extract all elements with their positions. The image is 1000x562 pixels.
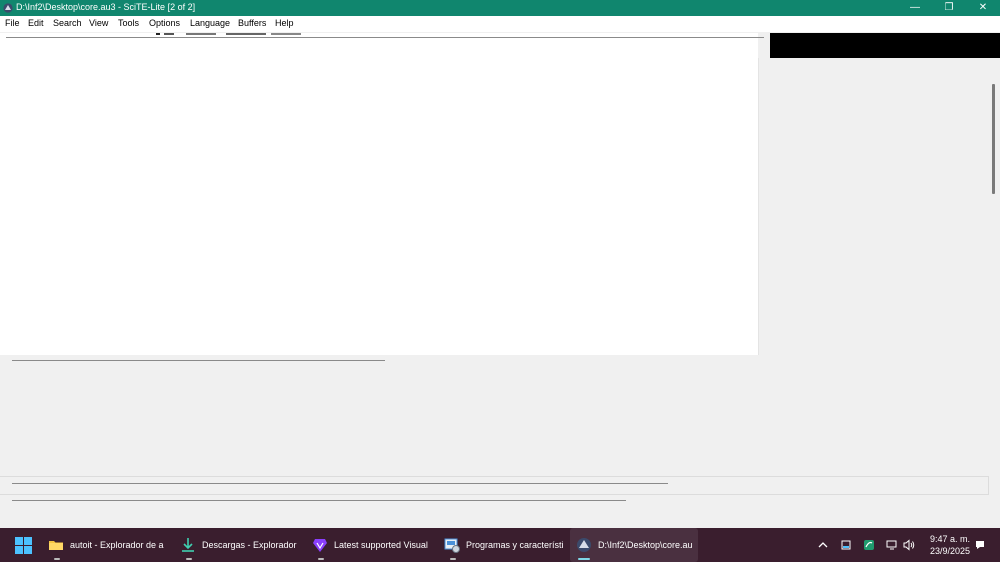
menu-view[interactable]: View (89, 18, 108, 28)
scite-app-icon (3, 3, 13, 13)
taskbar-app-label: Programas y característi (466, 540, 564, 550)
windows-start-icon[interactable] (15, 537, 32, 554)
menu-bar: File Edit Search View Tools Options Lang… (0, 16, 1000, 32)
menu-help[interactable]: Help (275, 18, 294, 28)
menu-buffers[interactable]: Buffers (238, 18, 266, 28)
clock-time: 9:47 a. m. (929, 534, 971, 544)
minimize-button[interactable]: — (898, 0, 932, 16)
clock-date: 23/9/2025 (929, 546, 971, 556)
menu-file[interactable]: File (5, 18, 20, 28)
taskbar-app-label: autoit - Explorador de a (70, 540, 164, 550)
black-overlay-block (770, 33, 1000, 58)
taskbar-app-scite[interactable]: D:\Inf2\Desktop\core.au (570, 528, 698, 562)
taskbar-app-label: Latest supported Visual (334, 540, 428, 550)
taskbar-app-explorer-autoit[interactable]: autoit - Explorador de a (42, 528, 170, 562)
notification-icon[interactable] (974, 539, 986, 551)
right-panel-divider (758, 58, 759, 355)
menu-edit[interactable]: Edit (28, 18, 44, 28)
status-area-frame (0, 476, 989, 495)
volume-icon[interactable] (903, 539, 915, 551)
menu-tools[interactable]: Tools (118, 18, 139, 28)
taskbar: autoit - Explorador de a Descargas - Exp… (0, 528, 1000, 562)
menu-options[interactable]: Options (149, 18, 180, 28)
control-panel-icon (444, 538, 460, 553)
output-rule-1 (12, 360, 385, 361)
taskbar-app-label: D:\Inf2\Desktop\core.au (598, 540, 693, 550)
vertical-scrollbar-thumb[interactable] (992, 84, 995, 194)
taskbar-app-control-panel[interactable]: Programas y característi (438, 528, 566, 562)
running-indicator (450, 558, 456, 560)
taskbar-app-explorer-descargas[interactable]: Descargas - Explorador (174, 528, 302, 562)
active-indicator (578, 558, 590, 560)
output-rule-2 (12, 483, 668, 484)
editor-pane[interactable] (0, 33, 764, 355)
system-clock[interactable]: 9:47 a. m. 23/9/2025 (920, 533, 980, 557)
scite-icon (577, 538, 591, 552)
folder-icon (49, 541, 63, 550)
running-indicator (186, 558, 192, 560)
running-indicator (54, 558, 60, 560)
download-icon (182, 538, 194, 552)
title-bar: D:\Inf2\Desktop\core.au3 - SciTE-Lite [2… (0, 0, 1000, 16)
menu-language[interactable]: Language (190, 18, 230, 28)
taskbar-app-label: Descargas - Explorador (202, 540, 297, 550)
brave-browser-icon (313, 539, 327, 552)
taskbar-app-browser[interactable]: Latest supported Visual (306, 528, 434, 562)
output-rule-3 (12, 500, 626, 501)
network-icon[interactable] (886, 539, 898, 551)
restore-button[interactable]: ❐ (932, 0, 966, 16)
menu-search[interactable]: Search (53, 18, 82, 28)
window-title: D:\Inf2\Desktop\core.au3 - SciTE-Lite [2… (16, 2, 196, 12)
security-app-icon[interactable] (863, 539, 875, 551)
editor-top-rule (6, 37, 764, 38)
running-indicator (318, 558, 324, 560)
chevron-up-icon[interactable] (817, 539, 829, 551)
usb-drive-icon[interactable] (840, 539, 852, 551)
close-button[interactable]: ✕ (966, 0, 1000, 16)
